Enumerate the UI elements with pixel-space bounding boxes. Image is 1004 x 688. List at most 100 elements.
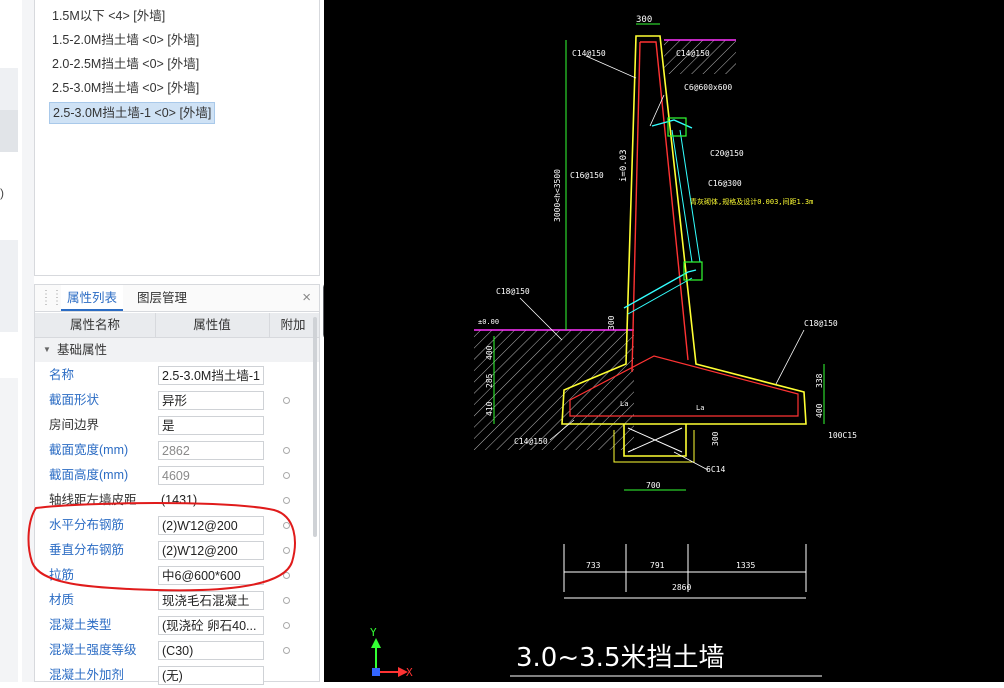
property-value-input[interactable]: 现浇毛石混凝土 xyxy=(158,591,264,610)
panel-tab-bar: ⋮⋮ ⋮⋮ 属性列表 图层管理 × xyxy=(35,285,319,312)
group-label: 基础属性 xyxy=(57,343,108,357)
sidebar-block[interactable] xyxy=(0,240,18,332)
cad-label: 410 xyxy=(485,401,494,416)
panel-scrollbar[interactable] xyxy=(313,317,317,537)
cad-label: C14@150 xyxy=(514,437,548,446)
splitter[interactable] xyxy=(22,0,34,682)
property-value-input[interactable]: 异形 xyxy=(158,391,264,410)
tab-property-list[interactable]: 属性列表 xyxy=(61,285,124,311)
extra-checkbox[interactable] xyxy=(283,597,290,604)
property-name: 拉筋 xyxy=(49,568,75,582)
extra-checkbox[interactable] xyxy=(283,497,290,504)
property-value-input[interactable]: 2.5-3.0M挡土墙-1 xyxy=(158,366,264,385)
property-row: 拉筋 中6@600*600 xyxy=(35,563,319,588)
property-row: 轴线距左墙皮距... (1431) xyxy=(35,488,319,513)
property-row: 混凝土类型 (现浇砼 卵石40... xyxy=(35,613,319,638)
property-name: 截面高度(mm) xyxy=(49,468,129,482)
leader-line xyxy=(673,451,709,471)
cad-label: 300 xyxy=(711,431,720,446)
soil-hatch xyxy=(474,330,634,450)
property-row: 混凝土强度等级 (C30) xyxy=(35,638,319,663)
property-value-input[interactable]: (2)Ⱳ12@200 xyxy=(158,516,264,535)
property-table-header: 属性名称 属性值 附加 xyxy=(35,313,319,338)
sidebar-block[interactable] xyxy=(0,68,18,110)
extra-checkbox[interactable] xyxy=(283,647,290,654)
extra-checkbox[interactable] xyxy=(283,547,290,554)
drawing-title: 3.0~3.5米挡土墙 xyxy=(516,643,724,673)
caret-down-icon[interactable]: ▼ xyxy=(43,338,51,362)
list-item[interactable]: 1.5M以下 <4> [外墙] xyxy=(49,6,168,26)
sidebar-block xyxy=(0,378,18,682)
cad-label: 300 xyxy=(607,315,616,330)
property-row: 截面形状 异形 xyxy=(35,388,319,413)
list-item-selected[interactable]: 2.5-3.0M挡土墙-1 <0> [外墙] xyxy=(49,102,216,124)
cad-label: 6C14 xyxy=(706,465,725,474)
extra-checkbox[interactable] xyxy=(283,522,290,529)
cad-label: 285 xyxy=(485,373,494,388)
close-icon[interactable]: × xyxy=(302,289,311,306)
extra-checkbox[interactable] xyxy=(283,572,290,579)
cad-label: C14@150 xyxy=(572,49,606,58)
property-value-input[interactable]: 2862 xyxy=(158,441,264,460)
drag-grip-icon[interactable]: ⋮⋮ ⋮⋮ xyxy=(41,290,62,307)
property-row: 材质 现浇毛石混凝土 xyxy=(35,588,319,613)
cad-label: 791 xyxy=(650,561,665,570)
property-name: 垂直分布钢筋 xyxy=(49,543,125,557)
property-row: 混凝土外加剂 (无) xyxy=(35,663,319,688)
property-value-input[interactable]: 4609 xyxy=(158,466,264,485)
property-name: 混凝土强度等级 xyxy=(49,643,137,657)
cad-label: La xyxy=(620,400,628,408)
property-row: 名称 2.5-3.0M挡土墙-1 xyxy=(35,363,319,388)
cad-label: 1335 xyxy=(736,561,755,570)
leader-line xyxy=(585,55,637,79)
cad-label: 3000<h<3500 xyxy=(553,169,562,222)
extra-checkbox[interactable] xyxy=(283,447,290,454)
list-item[interactable]: 2.0-2.5M挡土墙 <0> [外墙] xyxy=(49,54,202,74)
property-panel: ⋮⋮ ⋮⋮ 属性列表 图层管理 × 属性名称 属性值 附加 ▼ 基础属性 名称 2… xyxy=(34,284,320,685)
ucs-y-label: Y xyxy=(370,626,377,639)
cad-label: 青灰砌体,规格及设计0.003,间距1.3m xyxy=(690,197,813,206)
property-name: 截面宽度(mm) xyxy=(49,443,129,457)
cad-label: C16@150 xyxy=(570,171,604,180)
column-header-name: 属性名称 xyxy=(35,313,156,337)
property-row: 房间边界 是 xyxy=(35,413,319,438)
leader-line xyxy=(649,94,665,127)
property-name: 截面形状 xyxy=(49,393,100,407)
property-name: 房间边界 xyxy=(49,418,100,432)
property-name: 水平分布钢筋 xyxy=(49,518,125,532)
property-value-input[interactable]: (无) xyxy=(158,666,264,685)
property-value-input[interactable]: 是 xyxy=(158,416,264,435)
strip-text: ) xyxy=(0,186,4,200)
property-value-input[interactable]: (1431) xyxy=(158,491,264,510)
cad-label: C14@150 xyxy=(676,49,710,58)
component-list: 1.5M以下 <4> [外墙] 1.5-2.0M挡土墙 <0> [外墙] 2.0… xyxy=(34,0,320,276)
property-name: 轴线距左墙皮距... xyxy=(49,493,147,507)
rebar-red xyxy=(631,41,641,373)
extra-checkbox[interactable] xyxy=(283,622,290,629)
cad-label: La xyxy=(696,404,704,412)
ucs-y-arrow-icon xyxy=(371,638,381,648)
cad-label: i=0.03 xyxy=(619,149,629,182)
cad-viewport[interactable]: 300 C14@150 C14@150 C6@600x600 C20@150 C… xyxy=(324,0,1004,682)
extra-checkbox[interactable] xyxy=(283,397,290,404)
column-header-extra: 附加 xyxy=(280,318,306,332)
cad-label: 700 xyxy=(646,481,661,490)
extra-checkbox[interactable] xyxy=(283,472,290,479)
property-name: 名称 xyxy=(49,368,75,382)
property-value-input[interactable]: (现浇砼 卵石40... xyxy=(158,616,264,635)
property-group-basic[interactable]: ▼ 基础属性 xyxy=(35,338,319,362)
cad-label: 400 xyxy=(485,345,494,360)
tab-layer-management[interactable]: 图层管理 xyxy=(131,285,193,311)
ucs-origin-icon xyxy=(372,668,380,676)
cad-label: C6@600x600 xyxy=(684,83,732,92)
cad-label: C16@300 xyxy=(708,179,742,188)
sidebar-block[interactable] xyxy=(0,110,18,152)
rebar-red xyxy=(640,41,689,361)
property-name: 混凝土外加剂 xyxy=(49,668,125,682)
property-value-input[interactable]: (C30) xyxy=(158,641,264,660)
property-value-input[interactable]: 中6@600*600 xyxy=(158,566,264,585)
property-value-input[interactable]: (2)Ⱳ12@200 xyxy=(158,541,264,560)
list-item[interactable]: 2.5-3.0M挡土墙 <0> [外墙] xyxy=(49,78,202,98)
list-item[interactable]: 1.5-2.0M挡土墙 <0> [外墙] xyxy=(49,30,202,50)
cad-label: 300 xyxy=(636,15,652,25)
